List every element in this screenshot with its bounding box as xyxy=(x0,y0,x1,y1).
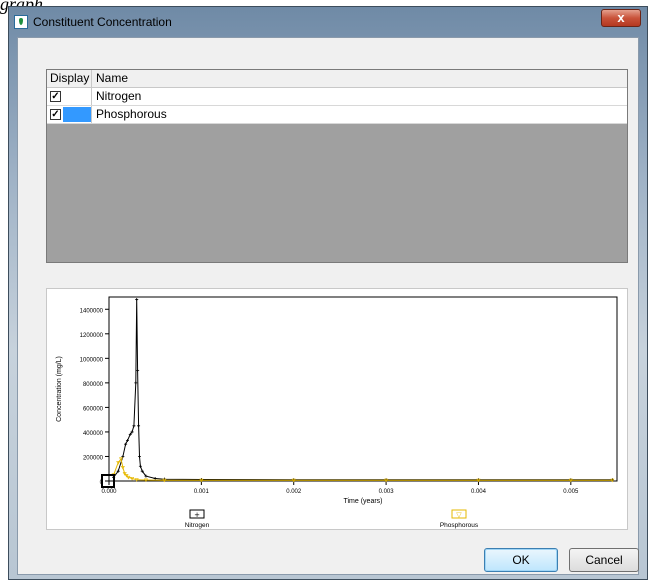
x-tick-label: 0.002 xyxy=(286,489,302,495)
table-row[interactable]: ✓ Phosphorous xyxy=(47,106,627,124)
dialog-window: Constituent Concentration x Display Name… xyxy=(8,6,648,580)
x-tick-label: 0.005 xyxy=(563,489,579,495)
constituent-table: Display Name ✓ Nitrogen ✓ Phosphorous xyxy=(46,69,628,263)
series-color-swatch[interactable] xyxy=(63,107,91,122)
legend-marker-phosphorous: ▽ xyxy=(456,511,462,519)
concentration-chart: 0 200000 400000 600000 800000 1000000 1200000 1… xyxy=(46,288,628,530)
table-header: Display Name xyxy=(47,70,627,88)
y-tick-label: 600000 xyxy=(83,406,104,412)
y-tick-label: 1400000 xyxy=(80,308,104,314)
constituent-name: Nitrogen xyxy=(96,89,142,103)
x-tick-label: 0.001 xyxy=(194,489,210,495)
water-drop-icon xyxy=(14,15,28,29)
x-tick-label: 0.000 xyxy=(101,489,117,495)
dialog-client-area: Display Name ✓ Nitrogen ✓ Phosphorous 02… xyxy=(17,37,639,575)
table-row[interactable]: ✓ Nitrogen xyxy=(47,88,627,106)
legend-label-nitrogen: Nitrogen xyxy=(185,522,210,529)
x-tick-label: 0.003 xyxy=(379,489,395,495)
ok-button[interactable]: OK xyxy=(484,548,558,572)
display-cell: ✓ xyxy=(47,106,92,123)
chart-svg: 0200000400000600000800000100000012000001… xyxy=(56,296,618,529)
y-tick-label: 200000 xyxy=(83,455,104,461)
y-tick-label: 400000 xyxy=(83,431,104,437)
x-tick-label: 0.004 xyxy=(471,489,487,495)
cancel-button[interactable]: Cancel xyxy=(569,548,639,572)
window-title: Constituent Concentration xyxy=(33,15,172,29)
x-axis-label: Time (years) xyxy=(343,498,382,505)
y-axis-label: Concentration (mg/L) xyxy=(56,356,63,422)
title-bar[interactable]: Constituent Concentration x xyxy=(9,7,647,37)
legend-label-phosphorous: Phosphorous xyxy=(440,522,479,529)
plot-area xyxy=(108,296,618,482)
legend-marker-nitrogen: + xyxy=(194,511,200,519)
display-cell: ✓ xyxy=(47,88,92,105)
display-checkbox-phosphorous[interactable]: ✓ xyxy=(50,109,61,120)
y-tick-label: 1000000 xyxy=(80,357,104,363)
constituent-name: Phosphorous xyxy=(96,107,167,121)
y-tick-label: 800000 xyxy=(83,382,104,388)
display-column-header[interactable]: Display xyxy=(47,70,92,87)
close-button[interactable]: x xyxy=(601,9,641,27)
name-column-header[interactable]: Name xyxy=(92,70,627,87)
series-color-swatch[interactable] xyxy=(63,89,91,104)
y-tick-label: 1200000 xyxy=(80,333,104,339)
display-checkbox-nitrogen[interactable]: ✓ xyxy=(50,91,61,102)
